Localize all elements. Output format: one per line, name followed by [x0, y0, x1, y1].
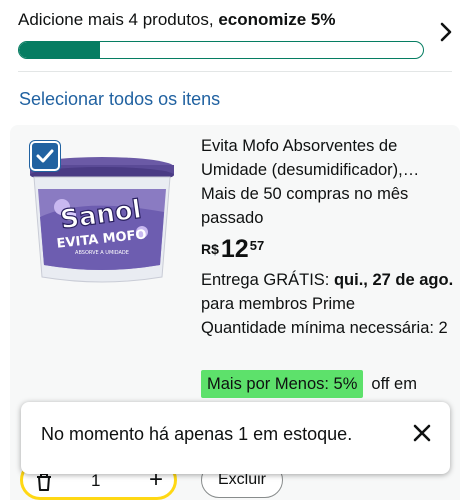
- price: R$ 12 57: [201, 235, 264, 265]
- promo-text: Adicione mais 4 produtos, economize 5%: [18, 9, 336, 31]
- select-all-link[interactable]: Selecionar todos os itens: [19, 87, 220, 111]
- promo-banner[interactable]: Adicione mais 4 produtos, economize 5%: [0, 0, 470, 72]
- price-symbol: R$: [201, 241, 219, 257]
- close-icon[interactable]: [409, 420, 435, 446]
- trash-icon[interactable]: [35, 472, 53, 492]
- minimum-quantity-note: Quantidade mínima necessária: 2: [201, 319, 448, 337]
- chevron-right-icon[interactable]: [436, 20, 456, 44]
- quantity-value: 1: [91, 471, 101, 490]
- discount-suffix: off em: [371, 374, 417, 393]
- product-title-link[interactable]: Evita Mofo Absorventes de Umidade (desum…: [201, 134, 451, 182]
- divider: [18, 71, 452, 72]
- toast-message: No momento há apenas 1 em estoque.: [41, 424, 353, 444]
- promo-text-prefix: Adicione mais 4 produtos,: [18, 10, 219, 29]
- delivery-info: Entrega GRÁTIS: qui., 27 de ago. para me…: [201, 268, 456, 316]
- item-checkbox[interactable]: [30, 141, 60, 171]
- checkmark-icon: [36, 149, 54, 163]
- savings-progress-fill: [19, 42, 100, 58]
- price-fraction: 57: [249, 238, 265, 253]
- price-whole: 12: [220, 235, 249, 263]
- product-image-sub: ABSORVE A UMIDADE: [75, 250, 129, 256]
- delivery-suffix: para membros Prime: [201, 295, 356, 313]
- savings-progress-bar: [18, 41, 424, 59]
- delivery-date: qui., 27 de ago.: [333, 271, 454, 289]
- promo-text-bold: economize 5%: [218, 10, 336, 29]
- discount-badge: Mais por Menos: 5%: [201, 370, 364, 398]
- discount-row: Mais por Menos: 5% off em: [201, 369, 417, 399]
- stock-toast: No momento há apenas 1 em estoque.: [21, 402, 450, 474]
- delivery-prefix: Entrega GRÁTIS:: [201, 271, 334, 289]
- product-title-line-1: Evita Mofo Absorventes de: [201, 137, 398, 155]
- product-title-line-2: Umidade (desumidificador),…: [201, 161, 420, 179]
- purchases-last-month: Mais de 50 compras no mês passado: [201, 185, 409, 227]
